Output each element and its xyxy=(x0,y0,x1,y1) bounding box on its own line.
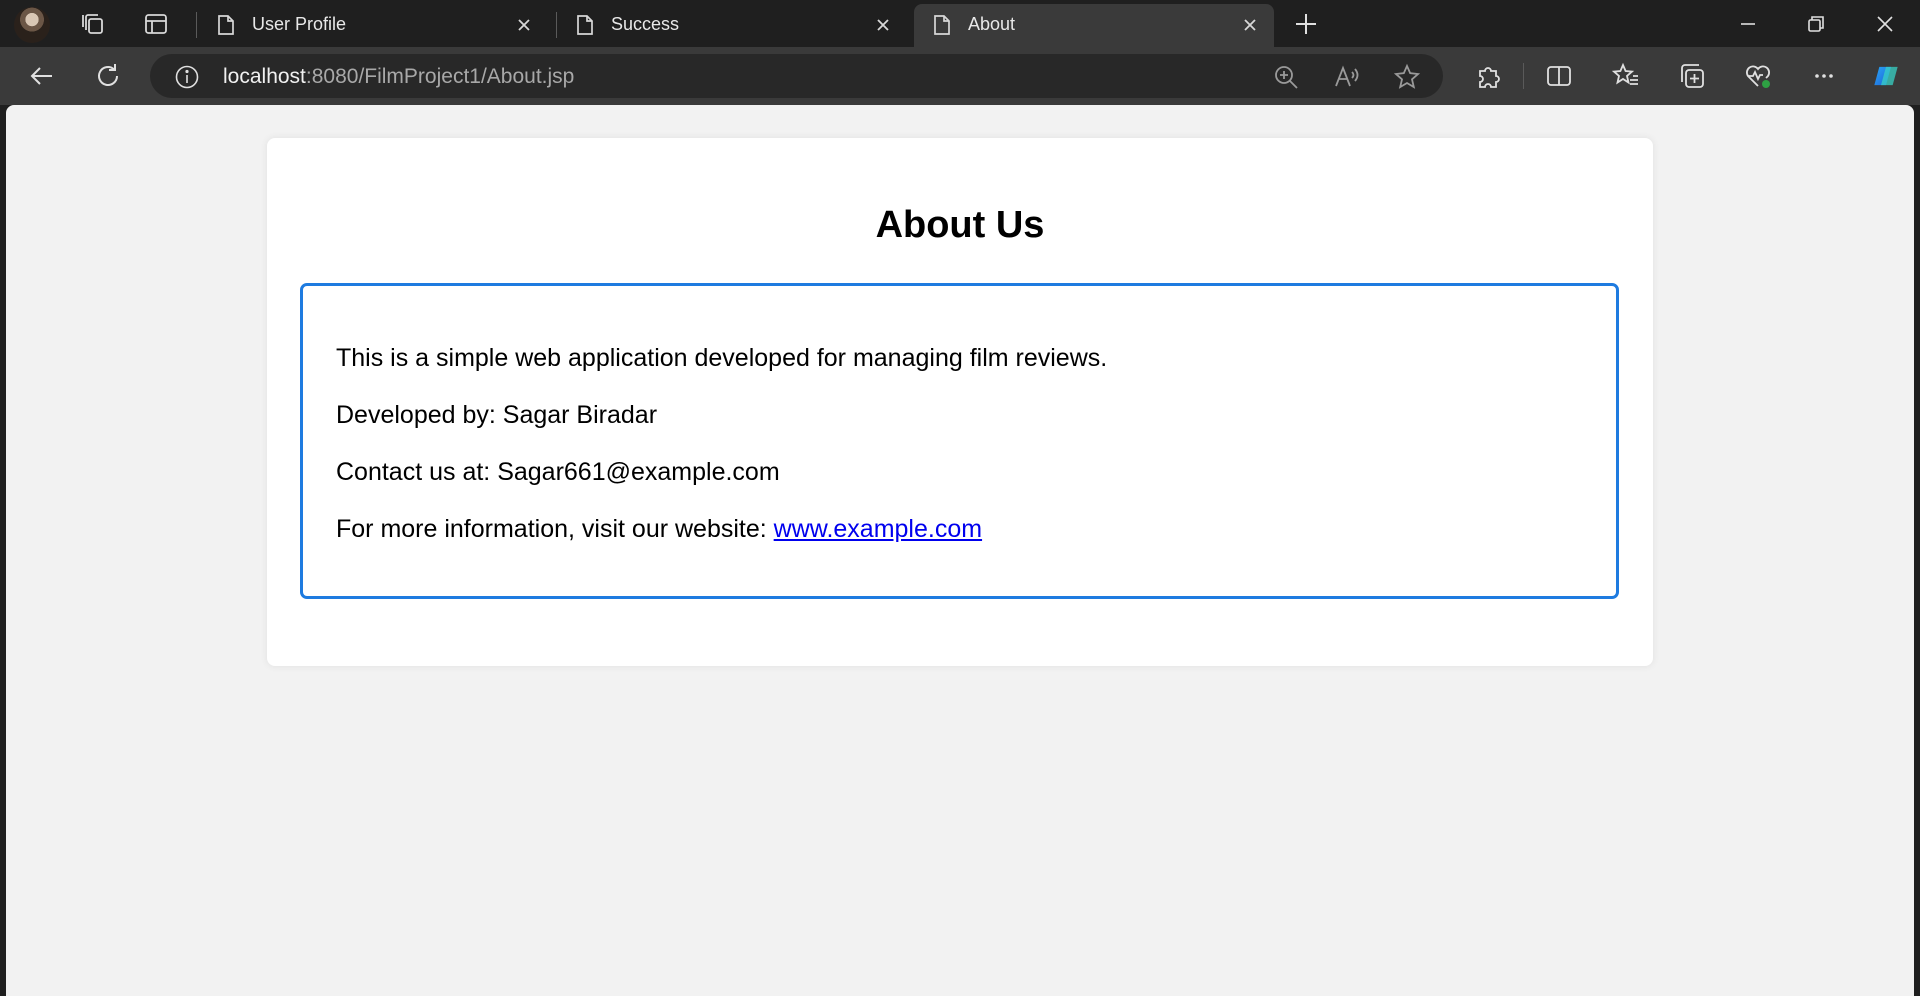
address-bar[interactable]: localhost:8080/FilmProject1/About.jsp xyxy=(150,54,1443,98)
browser-toolbar: localhost:8080/FilmProject1/About.jsp xyxy=(0,47,1920,105)
tab-title: Success xyxy=(611,14,680,34)
tab-about[interactable]: About xyxy=(914,4,1274,47)
tab-strip: User Profile Success About xyxy=(0,0,1920,47)
tab-actions-icon[interactable] xyxy=(143,11,169,37)
plus-icon[interactable] xyxy=(1292,10,1320,38)
url-host: localhost xyxy=(223,65,306,88)
more-icon[interactable] xyxy=(1809,61,1839,91)
tab-separator xyxy=(196,12,197,38)
split-screen-icon[interactable] xyxy=(1544,61,1574,91)
close-window-icon[interactable] xyxy=(1870,9,1900,39)
website-line: For more information, visit our website:… xyxy=(336,514,1583,544)
refresh-icon[interactable] xyxy=(93,61,123,91)
tab-success[interactable]: Success xyxy=(557,4,907,47)
heartbeat-icon[interactable] xyxy=(1743,61,1773,91)
url-text[interactable]: localhost:8080/FilmProject1/About.jsp xyxy=(223,65,574,89)
minimize-icon[interactable] xyxy=(1733,9,1763,39)
developer-text: Developed by: Sagar Biradar xyxy=(336,401,658,429)
close-icon[interactable] xyxy=(1240,15,1260,35)
website-prefix: For more information, visit our website: xyxy=(336,515,774,543)
page-icon xyxy=(216,14,236,36)
page-icon xyxy=(932,14,952,36)
star-icon[interactable] xyxy=(1393,63,1421,91)
toolbar-separator xyxy=(1523,63,1524,89)
website-link[interactable]: www.example.com xyxy=(774,515,982,543)
profile-avatar[interactable] xyxy=(14,7,50,43)
back-arrow-icon[interactable] xyxy=(27,61,57,91)
close-icon[interactable] xyxy=(514,15,534,35)
page-title: About Us xyxy=(875,204,1045,246)
about-card: About Us This is a simple web applicatio… xyxy=(267,138,1653,666)
restore-icon[interactable] xyxy=(1801,9,1831,39)
contact-text: Contact us at: Sagar661@example.com xyxy=(336,458,780,486)
page-viewport: About Us This is a simple web applicatio… xyxy=(6,105,1914,996)
page-icon xyxy=(575,14,595,36)
copilot-icon[interactable] xyxy=(1871,61,1907,91)
info-icon[interactable] xyxy=(174,64,200,90)
tab-user-profile[interactable]: User Profile xyxy=(198,4,548,47)
zoom-in-icon[interactable] xyxy=(1272,63,1300,91)
tab-title: User Profile xyxy=(252,14,347,34)
workspaces-icon[interactable] xyxy=(80,11,106,37)
url-path: :8080/FilmProject1/About.jsp xyxy=(305,65,575,88)
tab-title: About xyxy=(968,14,1016,34)
read-aloud-icon[interactable] xyxy=(1333,63,1361,91)
puzzle-icon[interactable] xyxy=(1474,61,1504,91)
close-icon[interactable] xyxy=(873,15,893,35)
collections-icon[interactable] xyxy=(1677,61,1707,91)
info-box: This is a simple web application develop… xyxy=(300,283,1619,599)
favorites-icon[interactable] xyxy=(1611,61,1641,91)
description-text: This is a simple web application develop… xyxy=(336,344,1108,372)
